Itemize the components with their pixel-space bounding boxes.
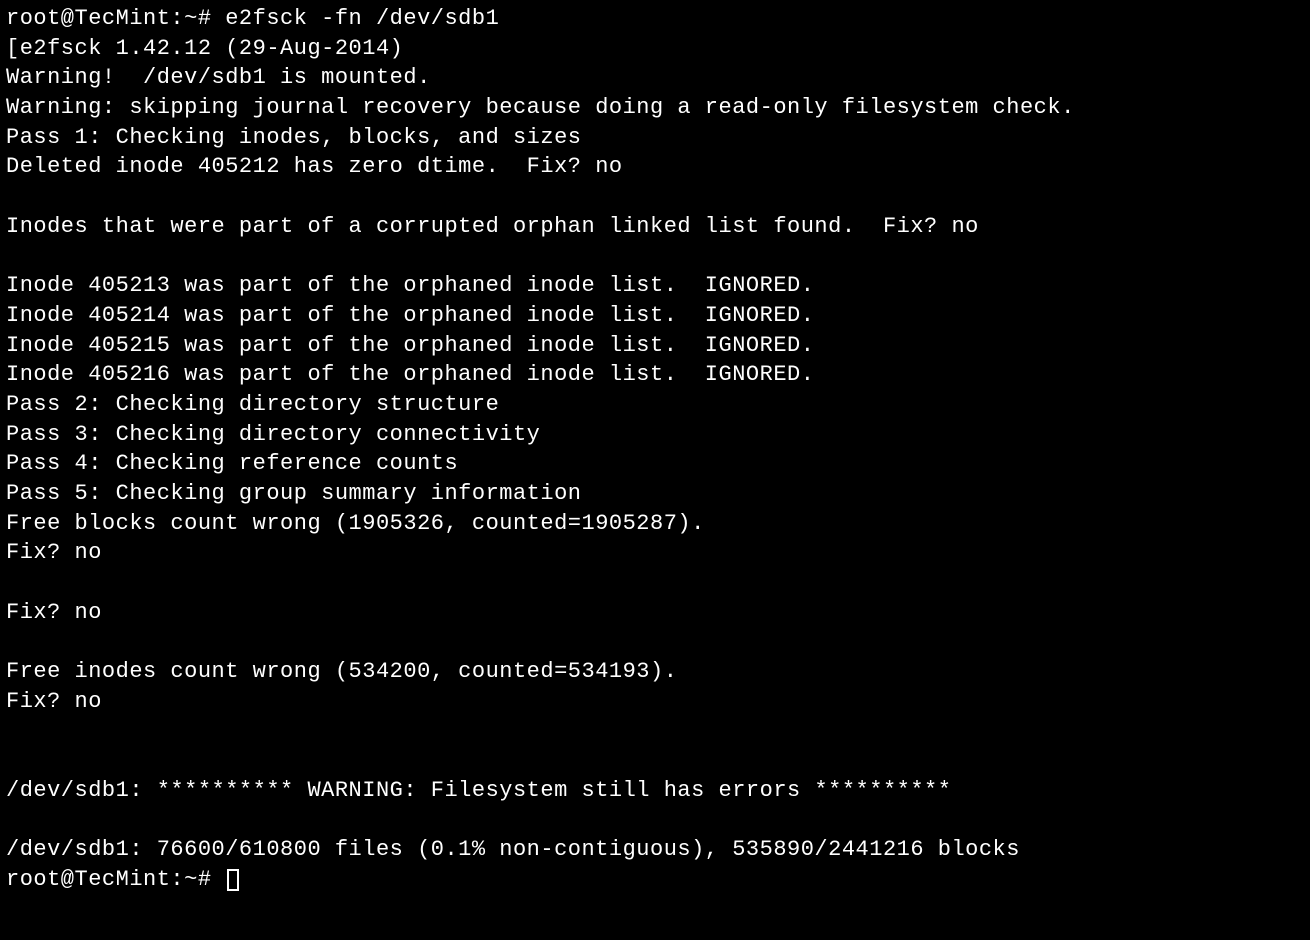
- blank-line: [6, 627, 1304, 657]
- pass5-output: Pass 5: Checking group summary informati…: [6, 479, 1304, 509]
- inode-ignored-output: Inode 405213 was part of the orphaned in…: [6, 271, 1304, 301]
- pass1-output: Pass 1: Checking inodes, blocks, and siz…: [6, 123, 1304, 153]
- free-blocks-output: Free blocks count wrong (1905326, counte…: [6, 509, 1304, 539]
- inode-ignored-output: Inode 405216 was part of the orphaned in…: [6, 360, 1304, 390]
- pass4-output: Pass 4: Checking reference counts: [6, 449, 1304, 479]
- inode-ignored-output: Inode 405215 was part of the orphaned in…: [6, 331, 1304, 361]
- warning-journal: Warning: skipping journal recovery becau…: [6, 93, 1304, 123]
- fix-no-output: Fix? no: [6, 687, 1304, 717]
- shell-prompt: root@TecMint:~#: [6, 6, 225, 31]
- prompt-line[interactable]: root@TecMint:~#: [6, 865, 1304, 895]
- summary-output: /dev/sdb1: 76600/610800 files (0.1% non-…: [6, 835, 1304, 865]
- orphan-found-output: Inodes that were part of a corrupted orp…: [6, 212, 1304, 242]
- cursor-icon: [227, 869, 239, 891]
- command-line: root@TecMint:~# e2fsck -fn /dev/sdb1: [6, 4, 1304, 34]
- blank-line: [6, 746, 1304, 776]
- shell-prompt: root@TecMint:~#: [6, 865, 225, 895]
- pass3-output: Pass 3: Checking directory connectivity: [6, 420, 1304, 450]
- blank-line: [6, 568, 1304, 598]
- command-text: e2fsck -fn /dev/sdb1: [225, 6, 499, 31]
- warning-mounted: Warning! /dev/sdb1 is mounted.: [6, 63, 1304, 93]
- deleted-inode-output: Deleted inode 405212 has zero dtime. Fix…: [6, 152, 1304, 182]
- fix-no-output: Fix? no: [6, 598, 1304, 628]
- pass2-output: Pass 2: Checking directory structure: [6, 390, 1304, 420]
- blank-line: [6, 182, 1304, 212]
- blank-line: [6, 806, 1304, 836]
- free-inodes-output: Free inodes count wrong (534200, counted…: [6, 657, 1304, 687]
- inode-ignored-output: Inode 405214 was part of the orphaned in…: [6, 301, 1304, 331]
- warning-errors-output: /dev/sdb1: ********** WARNING: Filesyste…: [6, 776, 1304, 806]
- fix-no-output: Fix? no: [6, 538, 1304, 568]
- blank-line: [6, 717, 1304, 747]
- blank-line: [6, 242, 1304, 272]
- version-output: [e2fsck 1.42.12 (29-Aug-2014): [6, 34, 1304, 64]
